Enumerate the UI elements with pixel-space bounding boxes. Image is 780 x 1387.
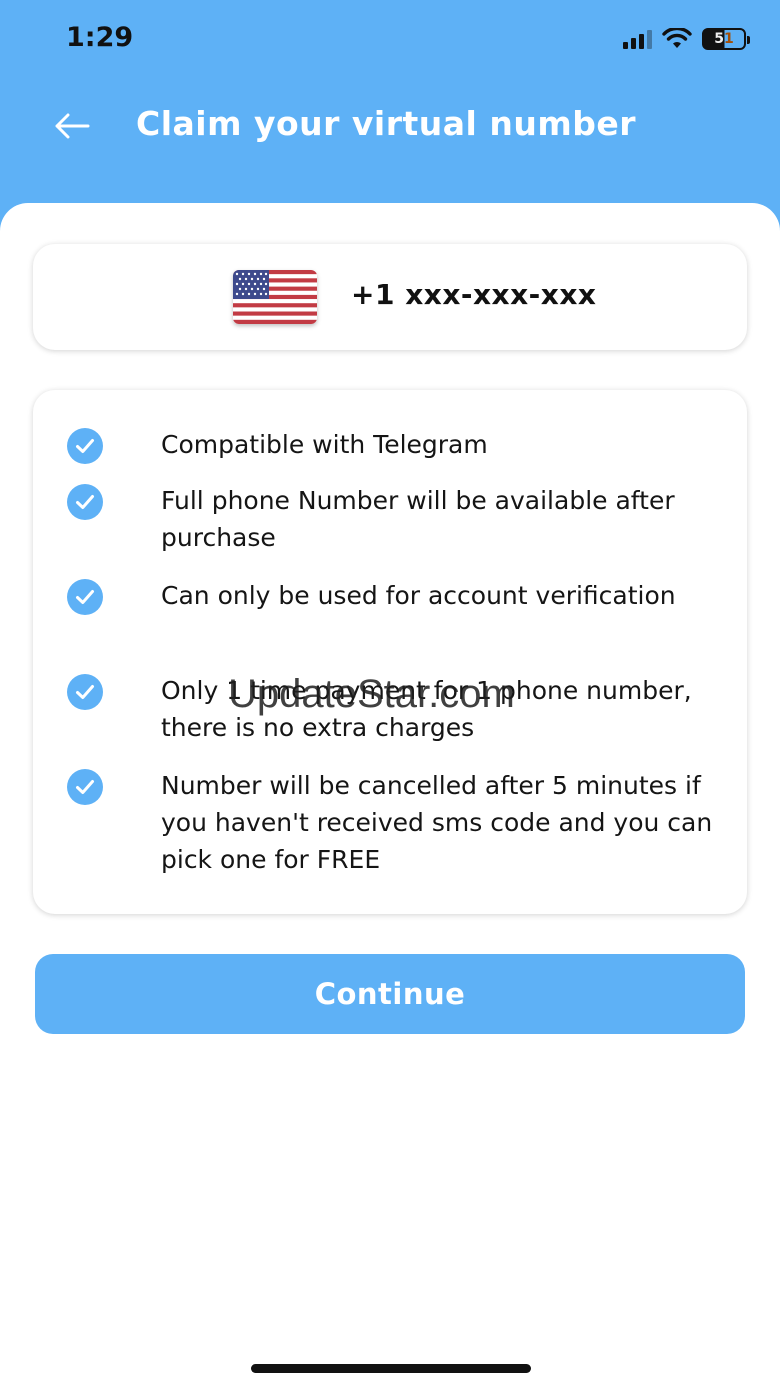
status-icons: 51: [623, 28, 750, 50]
status-time: 1:29: [66, 22, 134, 53]
check-circle-icon: [67, 769, 103, 805]
cellular-signal-icon: [623, 29, 652, 49]
nav-bar: Claim your virtual number: [0, 90, 780, 162]
battery-icon: 51: [702, 28, 750, 50]
back-button[interactable]: [52, 106, 92, 146]
number-card: +1 xxx-xxx-xxx: [33, 244, 747, 350]
feature-text: Number will be cancelled after 5 minutes…: [161, 771, 713, 874]
arrow-left-icon: [55, 113, 90, 139]
continue-button[interactable]: Continue: [35, 954, 745, 1034]
phone-number: +1 xxx-xxx-xxx: [351, 278, 597, 311]
check-circle-icon: [67, 674, 103, 710]
page-title: Claim your virtual number: [136, 104, 637, 143]
home-indicator[interactable]: [251, 1364, 531, 1373]
feature-text: Compatible with Telegram: [161, 430, 488, 459]
check-circle-icon: [67, 428, 103, 464]
us-flag-icon: [233, 270, 317, 324]
feature-text: Full phone Number will be available afte…: [161, 486, 675, 552]
status-bar: 1:29 51: [0, 0, 780, 80]
check-circle-icon: [67, 579, 103, 615]
wifi-icon: [662, 28, 692, 48]
feature-text: Only 1 time payment for 1 phone number, …: [161, 676, 692, 742]
check-circle-icon: [67, 484, 103, 520]
feature-text: Can only be used for account verificatio…: [161, 581, 676, 610]
features-card: Compatible with Telegram Full phone Numb…: [33, 390, 747, 914]
battery-level: 51: [714, 31, 734, 47]
